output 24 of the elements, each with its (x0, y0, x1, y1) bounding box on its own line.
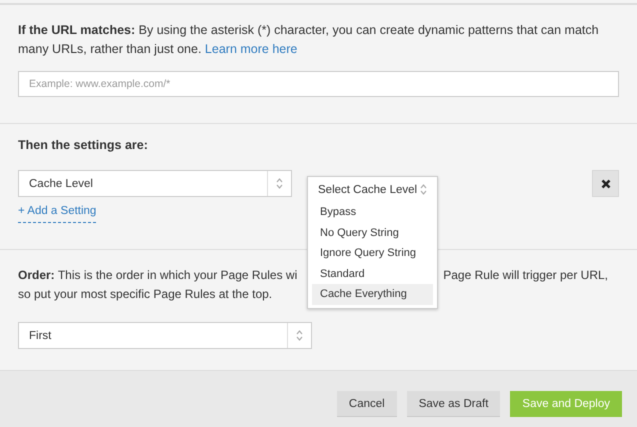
updown-icon (296, 330, 303, 341)
cache-level-dropdown[interactable]: Select Cache Level Bypass No Query String Ignore Query String Standard Cache Everything (307, 176, 438, 308)
dropdown-option[interactable]: Standard (312, 264, 433, 284)
order-select[interactable]: First (18, 322, 312, 349)
updown-icon (276, 178, 283, 189)
action-button[interactable]: Cancel (336, 391, 397, 417)
order-description: Order: This is the order in which your Page Rules wi (18, 267, 298, 284)
order-description: Page Rule will trigger per URL, (443, 267, 608, 284)
action-button[interactable]: Save as Draft (406, 391, 500, 417)
add-setting-link[interactable]: + Add a Setting (18, 205, 96, 223)
url-match-description: If the URL matches: By using the asterisk (*) character, you can create dynamic patterns that can match many URLs, rather than just one. Learn more here (18, 22, 600, 58)
dropdown-option[interactable]: Bypass (312, 202, 433, 222)
dropdown-option[interactable]: No Query String (312, 222, 433, 243)
url-input-field[interactable]: Example: www.example.com/* (18, 71, 619, 97)
dropdown-label: Select Cache Level (318, 184, 418, 196)
remove-button[interactable] (592, 170, 619, 197)
dropdown-option[interactable]: Cache Everything (312, 284, 433, 304)
settings-heading: Then the settings are: (18, 138, 149, 152)
dropdown-option[interactable]: Ignore Query String (312, 243, 433, 264)
learn-more-link[interactable]: Learn more here (204, 42, 298, 56)
order-description: so put your most specific Page Rules at the top. (18, 286, 272, 303)
setting-select[interactable]: Cache Level (18, 170, 292, 197)
updown-icon (420, 184, 427, 195)
close-icon (600, 178, 610, 188)
